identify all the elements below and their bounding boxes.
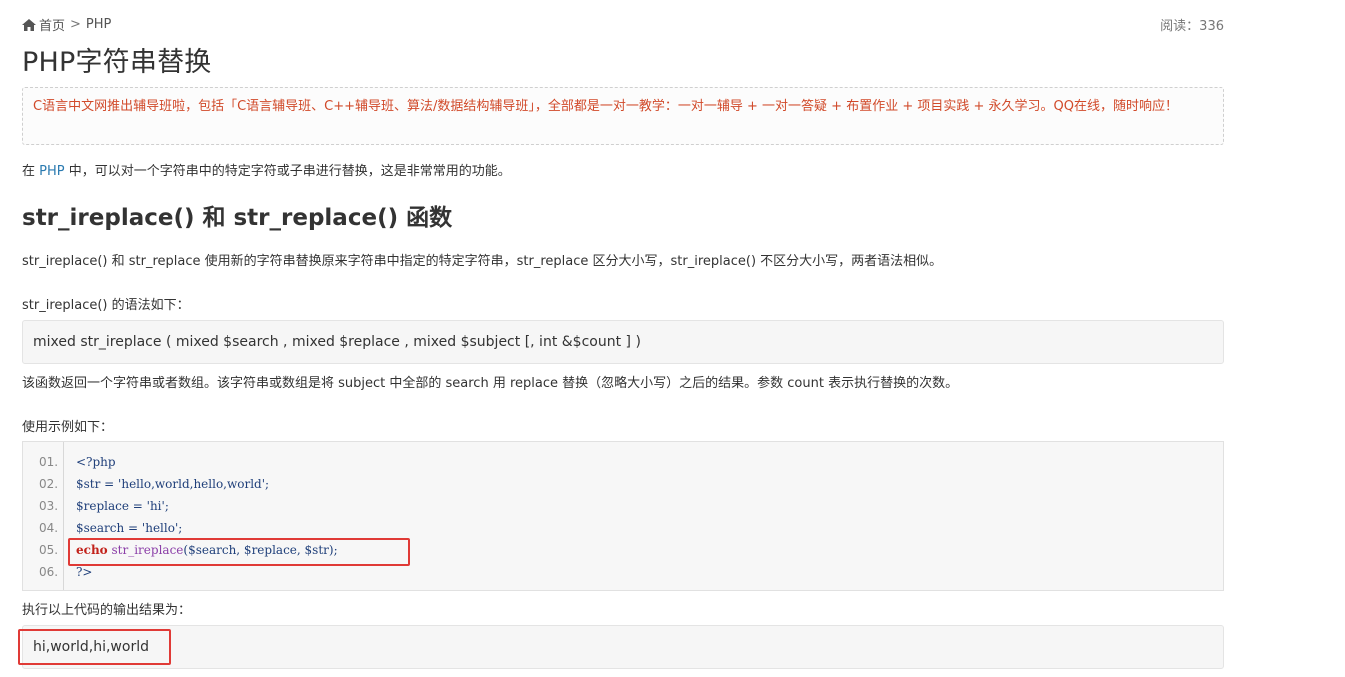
top-bar: 首页 > PHP 阅读：336 — [22, 0, 1224, 34]
home-icon — [22, 18, 36, 31]
code-line: 01. <?php — [23, 451, 1223, 473]
intro-after: 中，可以对一个字符串中的特定字符或子串进行替换，这是非常常用的功能。 — [64, 164, 511, 179]
line-number: 03. — [39, 499, 59, 513]
page-title: PHP字符串替换 — [22, 47, 212, 78]
read-count-label: 阅读： — [1160, 19, 1200, 34]
highlight-box-code — [68, 538, 410, 566]
breadcrumb-home-link[interactable]: 首页 — [39, 15, 65, 34]
syntax-box: mixed str_ireplace ( mixed $search , mix… — [22, 320, 1224, 364]
highlight-box-output — [18, 629, 171, 665]
code-line: 04. $search = 'hello'; — [23, 517, 1223, 539]
intro-paragraph: 在 PHP 中，可以对一个字符串中的特定字符或子串进行替换，这是非常常用的功能。 — [22, 160, 511, 179]
breadcrumb-separator: > — [70, 17, 81, 32]
php-link[interactable]: PHP — [39, 164, 64, 179]
breadcrumb-php-link[interactable]: PHP — [86, 17, 111, 32]
code-text: <?php — [76, 455, 116, 469]
article: 首页 > PHP 阅读：336 PHP字符串替换 C语言中文网推出辅导班啦，包括… — [22, 0, 1224, 669]
example-label: 使用示例如下： — [22, 420, 114, 435]
breadcrumb: 首页 > PHP — [22, 15, 111, 34]
output-box: hi,world,hi,world — [22, 625, 1224, 669]
line-number: 01. — [39, 455, 59, 469]
code-line: 03. $replace = 'hi'; — [23, 495, 1223, 517]
read-count-value: 336 — [1199, 19, 1224, 34]
line-number: 05. — [39, 543, 59, 557]
code-text: $replace = 'hi'; — [76, 499, 169, 513]
section-heading: str_ireplace() 和 str_replace() 函数 — [22, 205, 453, 231]
line-number: 04. — [39, 521, 59, 535]
intro-before: 在 — [22, 164, 40, 179]
return-paragraph: 该函数返回一个字符串或者数组。该字符串或数组是将 subject 中全部的 se… — [22, 376, 959, 391]
code-text: $str = 'hello,world,hello,world'; — [76, 477, 270, 491]
code-block[interactable]: 01. <?php 02. $str = 'hello,world,hello,… — [22, 441, 1224, 591]
line-number: 02. — [39, 477, 59, 491]
line-number: 06. — [39, 565, 59, 579]
promo-notice[interactable]: C语言中文网推出辅导班啦，包括「C语言辅导班、C++辅导班、算法/数据结构辅导班… — [22, 87, 1224, 145]
code-line: 02. $str = 'hello,world,hello,world'; — [23, 473, 1223, 495]
code-text: $search = 'hello'; — [76, 521, 183, 535]
output-label: 执行以上代码的输出结果为： — [22, 603, 192, 618]
description-paragraph: str_ireplace() 和 str_replace 使用新的字符串替换原来… — [22, 254, 943, 269]
read-count: 阅读：336 — [1160, 15, 1224, 34]
promo-notice-text: C语言中文网推出辅导班啦，包括「C语言辅导班、C++辅导班、算法/数据结构辅导班… — [33, 99, 1178, 114]
syntax-code: mixed str_ireplace ( mixed $search , mix… — [33, 334, 641, 350]
syntax-label: str_ireplace() 的语法如下： — [22, 298, 190, 313]
